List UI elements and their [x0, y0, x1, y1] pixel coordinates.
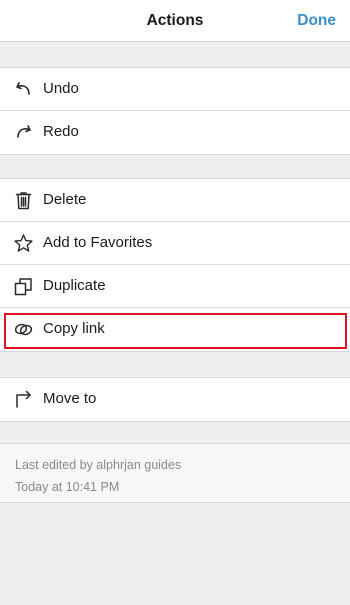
- link-icon: [13, 319, 34, 340]
- edit-group: Delete Add to Favorites Duplicate Copy l…: [0, 178, 350, 352]
- header-bar: Actions Done: [0, 0, 350, 42]
- duplicate-row[interactable]: Duplicate: [0, 265, 350, 308]
- undo-icon: [13, 79, 34, 100]
- trash-icon: [13, 190, 34, 211]
- edit-info-footer: Last edited by alphrjan guides Today at …: [0, 443, 350, 503]
- move-group: Move to: [0, 377, 350, 422]
- actions-screen: Actions Done Undo Redo Delete Add to Fav…: [0, 0, 350, 605]
- move-arrow-icon: [13, 389, 34, 410]
- duplicate-icon: [13, 276, 34, 297]
- undo-label: Undo: [43, 80, 79, 97]
- redo-row[interactable]: Redo: [0, 111, 350, 154]
- redo-icon: [13, 122, 34, 143]
- copy-link-row[interactable]: Copy link: [0, 308, 350, 351]
- history-group: Undo Redo: [0, 67, 350, 155]
- last-edited-timestamp: Today at 10:41 PM: [15, 480, 120, 494]
- done-button[interactable]: Done: [297, 12, 336, 30]
- delete-label: Delete: [43, 191, 87, 208]
- undo-row[interactable]: Undo: [0, 68, 350, 111]
- redo-label: Redo: [43, 123, 79, 140]
- delete-row[interactable]: Delete: [0, 179, 350, 222]
- last-edited-text: Last edited by alphrjan guides: [15, 458, 182, 472]
- move-to-label: Move to: [43, 390, 97, 407]
- add-to-favorites-row[interactable]: Add to Favorites: [0, 222, 350, 265]
- duplicate-label: Duplicate: [43, 277, 106, 294]
- move-to-row[interactable]: Move to: [0, 378, 350, 421]
- copy-link-label: Copy link: [43, 320, 105, 337]
- star-icon: [13, 233, 34, 254]
- add-to-favorites-label: Add to Favorites: [43, 234, 153, 251]
